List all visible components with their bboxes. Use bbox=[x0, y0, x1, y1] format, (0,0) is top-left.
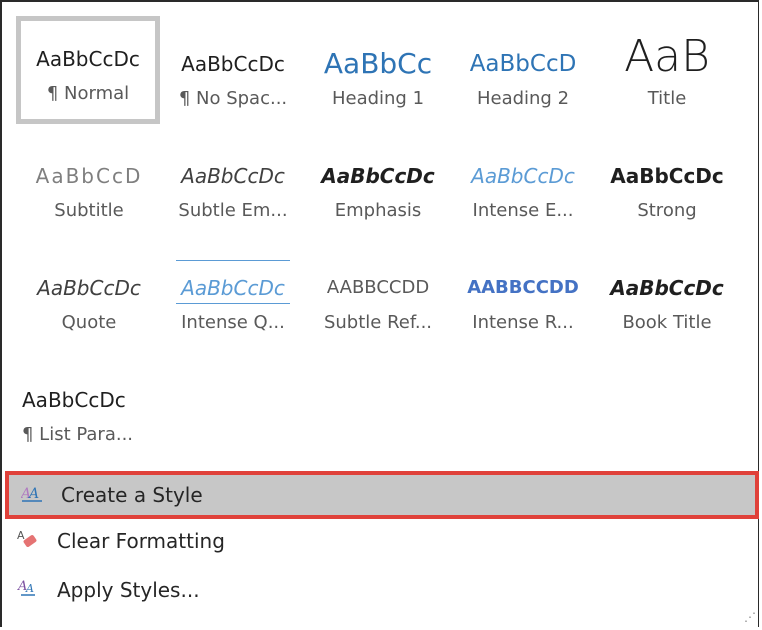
apply-styles-icon: A A bbox=[17, 577, 57, 604]
style-preview: AaBbCcDc bbox=[181, 276, 285, 300]
style-preview: AaBbCcDc bbox=[321, 164, 435, 188]
style-intense-quote[interactable]: AaBbCcDc Intense Q... bbox=[162, 245, 304, 347]
create-style-button[interactable]: A A Create a Style bbox=[5, 471, 759, 519]
style-name: Heading 1 bbox=[331, 88, 425, 109]
eraser-icon: A bbox=[17, 528, 57, 555]
style-name: Title bbox=[647, 88, 687, 109]
create-style-icon: A A bbox=[19, 483, 61, 508]
style-quote[interactable]: AaBbCcDc Quote bbox=[18, 245, 160, 347]
style-name: Subtitle bbox=[54, 200, 124, 221]
apply-styles-label: Apply Styles... bbox=[57, 578, 200, 602]
clear-formatting-label: Clear Formatting bbox=[57, 529, 225, 553]
style-name: Subtle Em... bbox=[178, 200, 288, 221]
style-subtle-emphasis[interactable]: AaBbCcDc Subtle Em... bbox=[162, 133, 304, 235]
style-heading-1[interactable]: AaBbCc Heading 1 bbox=[307, 21, 449, 123]
svg-text:A: A bbox=[25, 582, 34, 595]
style-heading-2[interactable]: AaBbCcD Heading 2 bbox=[452, 21, 594, 123]
style-name: ¶ Normal bbox=[46, 83, 130, 104]
styles-gallery-panel: AaBbCcDc ¶ Normal AaBbCcDc ¶ No Spac... … bbox=[0, 0, 759, 627]
style-preview: AaBbCcDc bbox=[181, 164, 285, 188]
style-name: Subtle Ref... bbox=[323, 312, 433, 333]
style-preview: AaBbCcD bbox=[469, 51, 577, 77]
style-preview: AaBbCcDc bbox=[610, 164, 724, 188]
style-emphasis[interactable]: AaBbCcDc Emphasis bbox=[307, 133, 449, 235]
style-preview: AaBbCc bbox=[323, 49, 433, 79]
style-strong[interactable]: AaBbCcDc Strong bbox=[596, 133, 738, 235]
quote-rule-top bbox=[176, 260, 290, 261]
quote-rule-bottom bbox=[176, 303, 290, 304]
style-subtle-reference[interactable]: AABBCCDD Subtle Ref... bbox=[307, 245, 449, 347]
style-name: Quote bbox=[61, 312, 117, 333]
style-name: ¶ List Para... bbox=[22, 424, 134, 445]
resize-grip-icon[interactable]: ⋰ bbox=[744, 610, 756, 624]
style-preview: AABBCCDD bbox=[467, 277, 579, 298]
style-intense-reference[interactable]: AABBCCDD Intense R... bbox=[452, 245, 594, 347]
style-list-paragraph[interactable]: AaBbCcDc ¶ List Para... bbox=[18, 357, 168, 459]
apply-styles-button[interactable]: A A Apply Styles... bbox=[5, 568, 758, 612]
clear-formatting-button[interactable]: A Clear Formatting bbox=[5, 519, 758, 563]
style-preview: AaBbCcDc bbox=[37, 276, 141, 300]
style-name: Heading 2 bbox=[476, 88, 570, 109]
style-name: Strong bbox=[637, 200, 697, 221]
style-no-spacing[interactable]: AaBbCcDc ¶ No Spac... bbox=[162, 21, 304, 123]
style-name: Book Title bbox=[622, 312, 712, 333]
style-title[interactable]: AaB Title bbox=[596, 21, 738, 123]
svg-text:A: A bbox=[17, 529, 25, 542]
style-preview: AaBbCcDc bbox=[36, 47, 140, 71]
style-name: ¶ No Spac... bbox=[178, 88, 288, 109]
style-preview: AaB bbox=[624, 35, 710, 79]
style-subtitle[interactable]: AaBbCcD Subtitle bbox=[18, 133, 160, 235]
style-intense-emphasis[interactable]: AaBbCcDc Intense E... bbox=[452, 133, 594, 235]
style-preview: AaBbCcDc bbox=[610, 276, 724, 300]
style-preview: AaBbCcDc bbox=[181, 52, 285, 76]
create-style-label: Create a Style bbox=[61, 483, 203, 507]
style-name: Intense R... bbox=[472, 312, 574, 333]
style-name: Intense Q... bbox=[181, 312, 285, 333]
style-preview: AaBbCcDc bbox=[471, 164, 575, 188]
style-preview: AABBCCDD bbox=[326, 277, 430, 298]
svg-text:A: A bbox=[27, 486, 39, 502]
style-book-title[interactable]: AaBbCcDc Book Title bbox=[596, 245, 738, 347]
style-name: Emphasis bbox=[334, 200, 422, 221]
style-name: Intense E... bbox=[472, 200, 574, 221]
style-preview: AaBbCcD bbox=[35, 164, 143, 188]
style-preview: AaBbCcDc bbox=[22, 388, 126, 412]
style-normal[interactable]: AaBbCcDc ¶ Normal bbox=[16, 16, 160, 124]
